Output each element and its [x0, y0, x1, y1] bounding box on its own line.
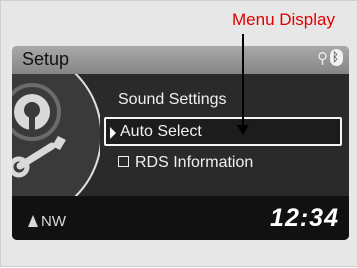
menu-item-auto-select[interactable]: Auto Select: [104, 117, 342, 146]
usb-icon: ⚲: [317, 50, 330, 67]
menu-item-label: RDS Information: [135, 154, 254, 171]
selection-arrow-icon: [110, 127, 116, 139]
bottom-status-bar: NW 12:34: [12, 196, 349, 240]
audio-screen: Setup ⚲ ᛒ Sound Settings Auto Select RDS…: [12, 46, 349, 240]
title-bar: Setup ⚲ ᛒ: [12, 46, 349, 74]
compass-arrow-icon: [28, 215, 38, 227]
screen-title: Setup: [22, 49, 70, 69]
rds-checkbox[interactable]: [118, 156, 129, 167]
status-icons: ⚲ ᛒ: [317, 49, 343, 67]
menu-item-label: Auto Select: [120, 123, 202, 140]
menu-list: Sound Settings Auto Select RDS Informati…: [12, 74, 349, 196]
compass-heading: NW: [41, 213, 66, 230]
menu-display-callout: Menu Display: [232, 10, 335, 29]
compass: NW: [28, 213, 66, 230]
menu-item-sound-settings[interactable]: Sound Settings: [118, 91, 227, 109]
display-illustration: Menu Display Setup ⚲ ᛒ Sound Settings Au…: [0, 0, 358, 267]
clock: 12:34: [270, 204, 339, 232]
menu-item-rds-information[interactable]: RDS Information: [118, 154, 253, 172]
bluetooth-icon: ᛒ: [330, 49, 343, 66]
